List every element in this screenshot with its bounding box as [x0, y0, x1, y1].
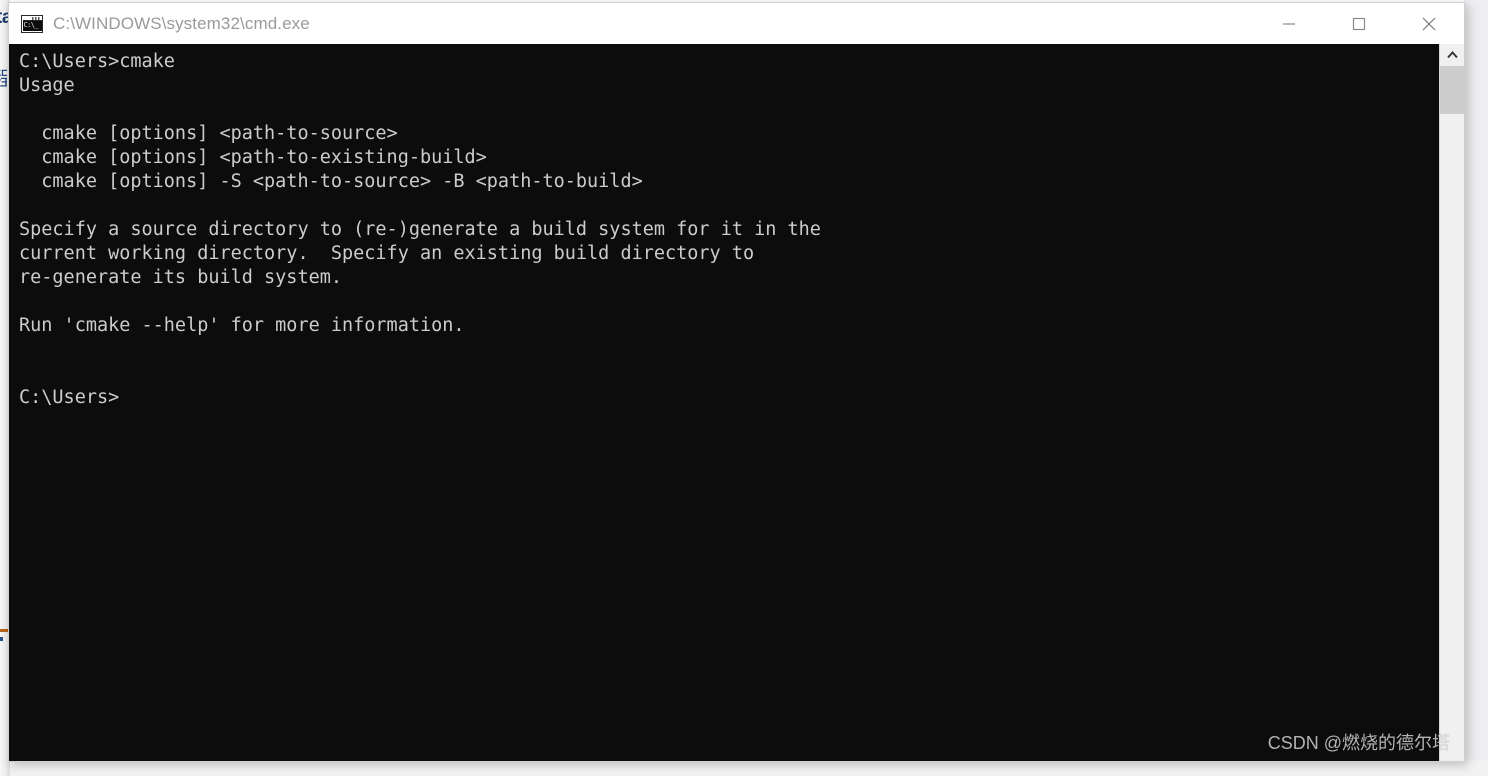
scrollbar-track[interactable] [1440, 114, 1464, 761]
window-controls [1254, 3, 1464, 44]
background-bottom-band [0, 760, 1488, 776]
minimize-button[interactable] [1254, 3, 1324, 44]
scrollbar-up-button[interactable] [1440, 44, 1464, 66]
window-title: C:\WINDOWS\system32\cmd.exe [53, 13, 310, 33]
close-button[interactable] [1394, 3, 1464, 44]
scrollbar-thumb[interactable] [1440, 66, 1464, 114]
maximize-button[interactable] [1324, 3, 1394, 44]
background-dash-fragment [0, 629, 8, 632]
background-dot-fragment [0, 637, 3, 641]
cmd-window: C:\_ C:\WINDOWS\system32\cmd.exe C:\User… [8, 2, 1465, 762]
close-icon [1422, 17, 1436, 30]
cmd-console-icon: C:\_ [21, 14, 43, 33]
window-titlebar[interactable]: C:\_ C:\WINDOWS\system32\cmd.exe [9, 3, 1464, 44]
chevron-up-icon [1446, 51, 1458, 59]
console-output[interactable]: C:\Users>cmake Usage cmake [options] <pa… [9, 44, 1439, 761]
console-scrollbar[interactable] [1439, 44, 1464, 761]
minimize-icon [1283, 22, 1295, 25]
background-text-fragment-mid: 程 [0, 64, 7, 91]
maximize-icon [1352, 17, 1366, 30]
console-client-area[interactable]: C:\Users>cmake Usage cmake [options] <pa… [9, 44, 1464, 761]
background-right-band [1464, 0, 1488, 776]
cmd-icon-glyph: C:\_ [22, 21, 42, 31]
background-text-fragment-top: ta [0, 7, 8, 28]
